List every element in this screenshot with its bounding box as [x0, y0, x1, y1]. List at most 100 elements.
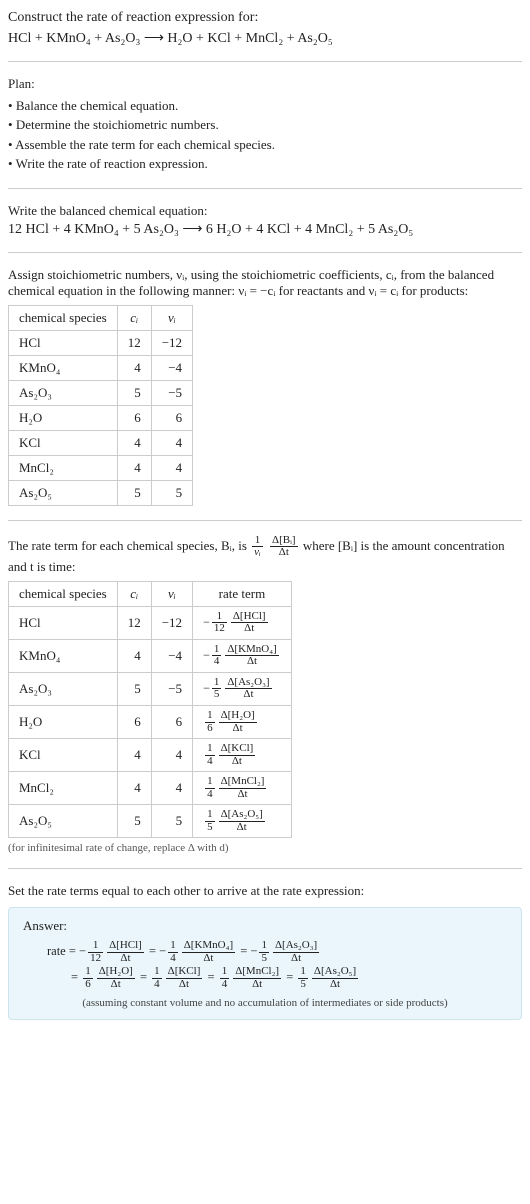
table-row: MnCl₂44	[9, 455, 193, 480]
cell-c: 4	[117, 639, 151, 672]
table-row: KCl4414Δ[KCl]Δt	[9, 739, 292, 772]
plan-item: Determine the stoichiometric numbers.	[8, 115, 522, 135]
col-species: chemical species	[9, 305, 118, 330]
table-row: As₂O₅5515Δ[As₂O₅]Δt	[9, 805, 292, 838]
cell-species: As₂O₃	[9, 672, 118, 705]
stoich-section: Assign stoichiometric numbers, νᵢ, using…	[8, 267, 522, 506]
balanced-label: Write the balanced chemical equation:	[8, 203, 522, 219]
cell-species: HCl	[9, 606, 118, 639]
cell-rate: 14Δ[KCl]Δt	[193, 739, 292, 772]
table-row: MnCl₂4414Δ[MnCl₂]Δt	[9, 772, 292, 805]
cell-nu: 5	[151, 480, 192, 505]
unbalanced-equation: HCl + KMnO₄ + As₂O₃ ⟶ H₂O + KCl + MnCl₂ …	[8, 30, 522, 47]
cell-species: KCl	[9, 430, 118, 455]
cell-nu: 4	[151, 430, 192, 455]
assumption-note: (assuming constant volume and no accumul…	[23, 997, 507, 1009]
inner-frac: Δ[Bᵢ] Δt	[270, 535, 298, 559]
rate-line-1: rate = −112Δ[HCl]Δt = −14Δ[KMnO₄]Δt = −1…	[23, 940, 507, 964]
cell-nu: 6	[151, 705, 192, 738]
cell-species: HCl	[9, 330, 118, 355]
cell-c: 5	[117, 805, 151, 838]
plan-item: Write the rate of reaction expression.	[8, 154, 522, 174]
table-row: H₂O66	[9, 405, 193, 430]
stoich-intro: Assign stoichiometric numbers, νᵢ, using…	[8, 267, 522, 299]
outer-frac: 1 νᵢ	[252, 535, 263, 559]
cell-c: 5	[117, 380, 151, 405]
rateterm-section: The rate term for each chemical species,…	[8, 535, 522, 855]
cell-c: 4	[117, 455, 151, 480]
table-row: HCl12−12	[9, 330, 193, 355]
table-row: KMnO₄4−4−14Δ[KMnO₄]Δt	[9, 639, 292, 672]
balanced-equation: 12 HCl + 4 KMnO₄ + 5 As₂O₃ ⟶ 6 H₂O + 4 K…	[8, 221, 522, 238]
divider	[8, 252, 522, 253]
cell-c: 12	[117, 330, 151, 355]
cell-c: 4	[117, 772, 151, 805]
col-species: chemical species	[9, 581, 118, 606]
stoich-table: chemical species cᵢ νᵢ HCl12−12 KMnO₄4−4…	[8, 305, 193, 506]
divider	[8, 61, 522, 62]
cell-c: 6	[117, 405, 151, 430]
cell-nu: −12	[151, 330, 192, 355]
final-section: Set the rate terms equal to each other t…	[8, 883, 522, 1019]
cell-species: As₂O₅	[9, 480, 118, 505]
plan-item: Balance the chemical equation.	[8, 96, 522, 116]
rateterm-table: chemical species cᵢ νᵢ rate term HCl12 −1…	[8, 581, 292, 839]
plan-list: Balance the chemical equation. Determine…	[8, 96, 522, 174]
cell-nu: −4	[151, 355, 192, 380]
table-row: KCl44	[9, 430, 193, 455]
cell-species: H₂O	[9, 405, 118, 430]
cell-species: H₂O	[9, 705, 118, 738]
answer-label: Answer:	[23, 918, 507, 934]
col-c: cᵢ	[117, 305, 151, 330]
cell-nu: −5	[151, 380, 192, 405]
cell-c: 6	[117, 705, 151, 738]
cell-c: 4	[117, 430, 151, 455]
col-nu: νᵢ	[151, 305, 192, 330]
cell-rate: 16Δ[H₂O]Δt	[193, 705, 292, 738]
cell-nu: 6	[151, 405, 192, 430]
cell-c: 4	[117, 355, 151, 380]
cell-c: 12	[117, 606, 151, 639]
table-row: As₂O₅55	[9, 480, 193, 505]
col-rate: rate term	[193, 581, 292, 606]
cell-species: MnCl₂	[9, 772, 118, 805]
cell-rate: −15Δ[As₂O₃]Δt	[193, 672, 292, 705]
cell-species: As₂O₅	[9, 805, 118, 838]
rate-label: rate	[47, 944, 66, 958]
table-row: HCl12−12−112Δ[HCl]Δt	[9, 606, 292, 639]
col-nu: νᵢ	[151, 581, 192, 606]
plan-label: Plan:	[8, 76, 522, 92]
cell-nu: −4	[151, 639, 192, 672]
final-intro: Set the rate terms equal to each other t…	[8, 883, 522, 899]
cell-nu: 4	[151, 772, 192, 805]
plan-section: Plan: Balance the chemical equation. Det…	[8, 76, 522, 174]
balanced-section: Write the balanced chemical equation: 12…	[8, 203, 522, 238]
table-row: As₂O₃5−5−15Δ[As₂O₃]Δt	[9, 672, 292, 705]
cell-rate: −14Δ[KMnO₄]Δt	[193, 639, 292, 672]
table-row: H₂O6616Δ[H₂O]Δt	[9, 705, 292, 738]
answer-box: Answer: rate = −112Δ[HCl]Δt = −14Δ[KMnO₄…	[8, 907, 522, 1019]
plan-item: Assemble the rate term for each chemical…	[8, 135, 522, 155]
header-section: Construct the rate of reaction expressio…	[8, 8, 522, 47]
cell-rate: 14Δ[MnCl₂]Δt	[193, 772, 292, 805]
cell-rate: −112Δ[HCl]Δt	[193, 606, 292, 639]
cell-species: KCl	[9, 739, 118, 772]
cell-species: KMnO₄	[9, 639, 118, 672]
page-title: Construct the rate of reaction expressio…	[8, 8, 522, 28]
cell-species: MnCl₂	[9, 455, 118, 480]
cell-nu: 4	[151, 739, 192, 772]
cell-species: As₂O₃	[9, 380, 118, 405]
cell-rate: 15Δ[As₂O₅]Δt	[193, 805, 292, 838]
col-c: cᵢ	[117, 581, 151, 606]
cell-nu: 5	[151, 805, 192, 838]
cell-nu: −5	[151, 672, 192, 705]
rateterm-intro: The rate term for each chemical species,…	[8, 535, 522, 575]
cell-c: 5	[117, 480, 151, 505]
divider	[8, 868, 522, 869]
divider	[8, 520, 522, 521]
rateterm-note: (for infinitesimal rate of change, repla…	[8, 842, 522, 854]
table-header-row: chemical species cᵢ νᵢ	[9, 305, 193, 330]
cell-nu: 4	[151, 455, 192, 480]
table-row: As₂O₃5−5	[9, 380, 193, 405]
table-header-row: chemical species cᵢ νᵢ rate term	[9, 581, 292, 606]
